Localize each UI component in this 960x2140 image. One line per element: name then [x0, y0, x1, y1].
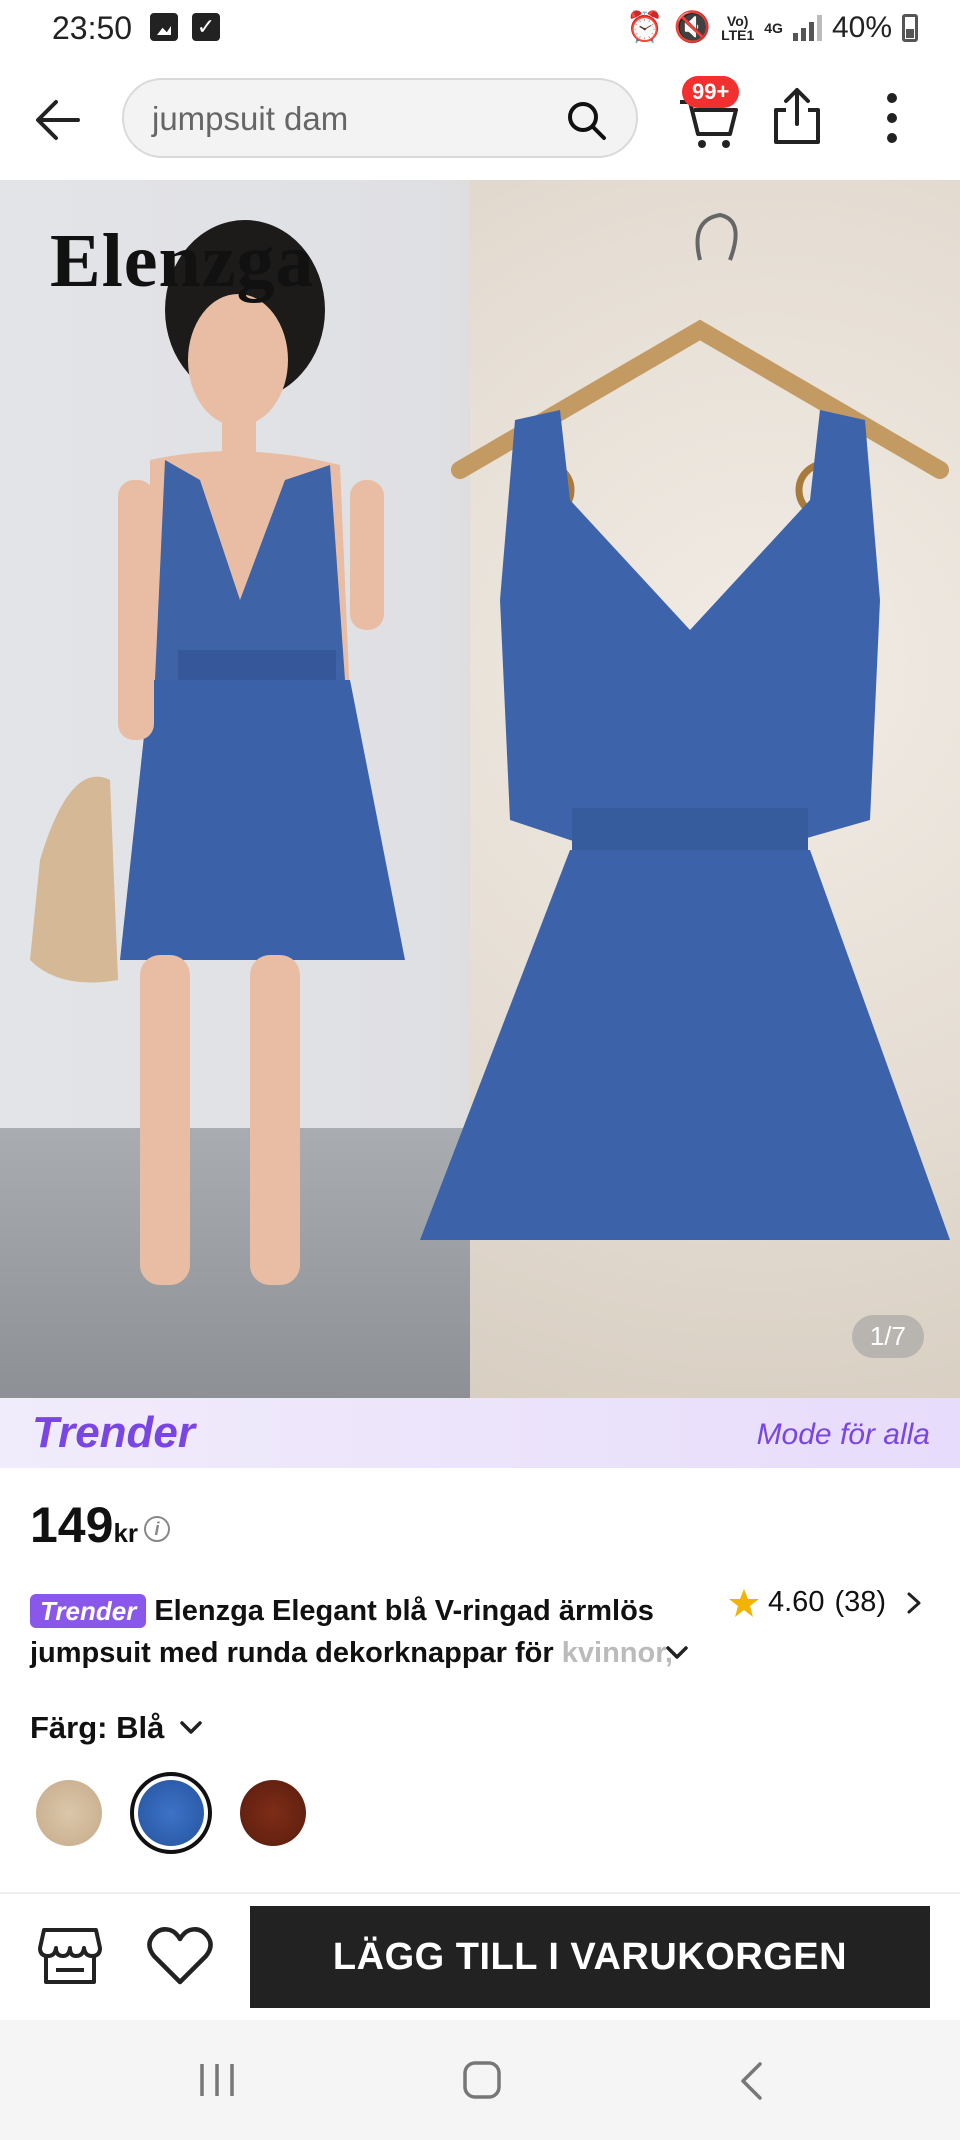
product-title[interactable]: Trender Elenzga Elegant blå V-ringad ärml… [30, 1590, 700, 1674]
home-icon[interactable] [462, 2060, 502, 2100]
trender-badge: Trender [30, 1594, 147, 1628]
cart-count-badge: 99+ [682, 76, 740, 108]
mute-icon: 🔇 [673, 11, 712, 44]
product-price: 149kr i [30, 1496, 171, 1554]
title-fade: kvinnor, [561, 1637, 673, 1669]
review-count: (38) [834, 1586, 887, 1618]
battery-icon [902, 13, 918, 42]
bottom-action-bar: LÄGG TILL I VARUKORGEN [0, 1892, 960, 2020]
price-value: 149 [30, 1497, 114, 1553]
swatch-beige[interactable] [36, 1780, 102, 1846]
swatch-blue[interactable] [130, 1772, 212, 1854]
trender-logo: Trender [32, 1408, 196, 1457]
add-to-cart-button[interactable]: LÄGG TILL I VARUKORGEN [250, 1906, 930, 2008]
alarm-icon: ⏰ [626, 11, 664, 44]
back-arrow-icon[interactable] [28, 90, 88, 150]
network-type-icon: 4G [764, 19, 783, 36]
color-label: Färg: Blå [30, 1710, 165, 1745]
system-back-icon[interactable] [738, 2060, 764, 2102]
volte-icon: Vo) LTE1 [721, 12, 755, 43]
status-right-icons: ⏰ 🔇 Vo) LTE1 4G 40% [626, 10, 918, 45]
checkbox-notification-icon: ✓ [192, 13, 220, 41]
trender-banner[interactable]: Trender Mode för alla [0, 1398, 960, 1468]
status-time: 23:50 [52, 10, 133, 46]
rating-value: 4.60 [768, 1586, 825, 1618]
status-bar: 23:50 ✓ ⏰ 🔇 Vo) LTE1 4G 40% [0, 0, 960, 58]
chevron-down-icon [180, 1721, 203, 1734]
status-notification-icons: ✓ [150, 13, 220, 41]
price-info-icon[interactable]: i [144, 1515, 171, 1542]
gallery-notification-icon [150, 13, 178, 41]
search-query: jumpsuit dam [152, 100, 349, 137]
title-line-2: jumpsuit med runda dekorknappar för [30, 1637, 562, 1669]
more-options-icon[interactable] [872, 88, 912, 148]
banner-tagline: Mode för alla [756, 1418, 930, 1451]
image-counter: 1/7 [851, 1315, 924, 1358]
system-nav-bar [0, 2020, 960, 2140]
brand-watermark: Elenzga [50, 219, 315, 303]
price-currency: kr [113, 1518, 139, 1548]
battery-percent: 40% [831, 10, 892, 44]
recent-apps-icon[interactable] [196, 2060, 238, 2100]
store-icon[interactable] [36, 1924, 104, 1988]
app-bar: jumpsuit dam 99+ [0, 58, 960, 180]
swatch-brown[interactable] [240, 1780, 306, 1846]
share-icon[interactable] [770, 86, 824, 146]
product-rating[interactable]: 4.60 (38) [728, 1586, 924, 1619]
search-input[interactable]: jumpsuit dam [122, 78, 638, 158]
product-image-gallery[interactable]: Elenzga 1/7 [0, 180, 960, 1398]
color-swatches [36, 1772, 306, 1854]
heart-icon[interactable] [146, 1924, 214, 1988]
product-photo [30, 212, 950, 1285]
title-line-1: Elenzga Elegant blå V-ringad ärmlös [154, 1595, 654, 1627]
color-selector[interactable]: Färg: Blå [30, 1710, 204, 1746]
search-icon[interactable] [564, 98, 608, 142]
signal-icon [792, 14, 822, 41]
expand-title-chevron-icon[interactable] [664, 1640, 690, 1666]
star-icon [729, 1588, 759, 1617]
chevron-right-icon [907, 1592, 921, 1613]
